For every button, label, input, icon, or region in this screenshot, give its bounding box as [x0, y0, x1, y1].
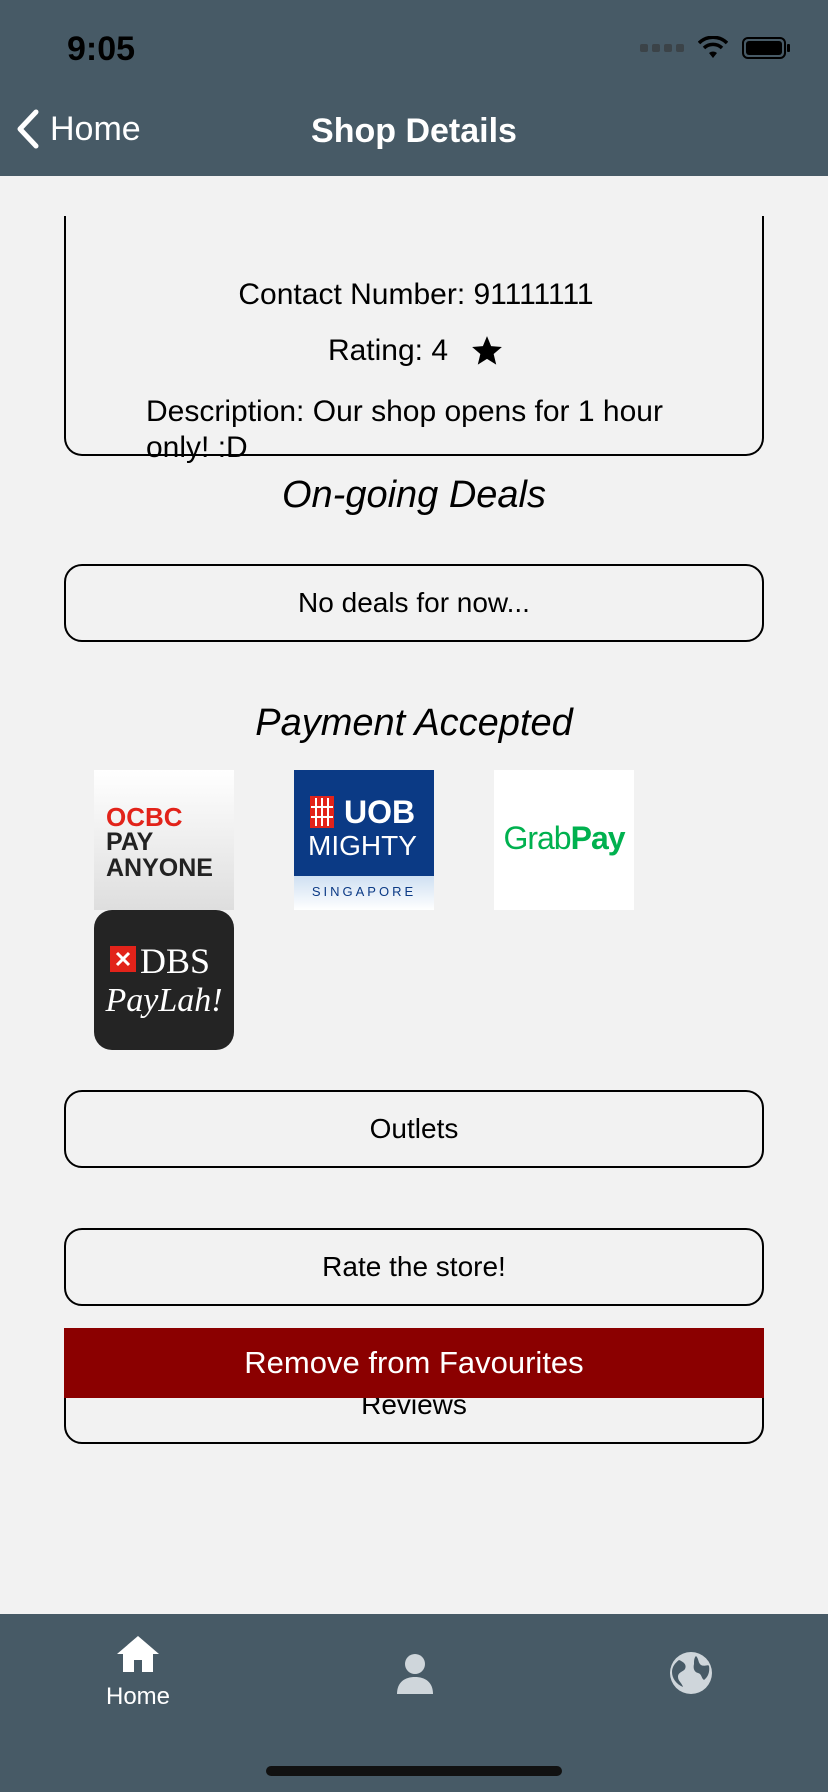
shop-description: Description: Our shop opens for 1 hour o… [146, 395, 663, 464]
shop-info-card: Contact Number: 91111111 Rating: 4 Descr… [64, 216, 766, 464]
home-icon [117, 1636, 159, 1672]
status-icons [640, 36, 792, 60]
status-time: 9:05 [67, 30, 136, 68]
tab-home-label: Home [105, 1683, 171, 1710]
paylah-logo-text: PayLah! [105, 982, 223, 1019]
dbs-mark-icon [110, 946, 136, 972]
uob-mark-icon [308, 796, 336, 828]
battery-icon [742, 37, 790, 59]
rating-row: Rating: 4 [66, 334, 766, 368]
rate-store-button[interactable]: Rate the store! [64, 1228, 764, 1306]
grabpay-logo-text: GrabPay [503, 820, 625, 856]
remove-from-favourites-button[interactable]: Remove from Favourites [64, 1328, 764, 1398]
ocbc-logo-text-3: ANYONE [106, 854, 213, 882]
deals-title: On-going Deals [281, 474, 547, 516]
ocbc-logo-text-2: PAY [106, 828, 154, 856]
page-title: Shop Details [311, 112, 517, 150]
contact-number: Contact Number: 91111111 [238, 278, 594, 311]
signal-icon [640, 44, 684, 52]
payment-title: Payment Accepted [255, 702, 573, 744]
wifi-icon [698, 36, 728, 58]
uob-logo-text: UOB [344, 794, 416, 830]
tab-profile[interactable] [345, 1634, 485, 1701]
uob-mighty-logo: UOB MIGHTY SINGAPORE [294, 770, 434, 910]
tab-home[interactable]: Home [68, 1634, 208, 1711]
uob-mighty-text: MIGHTY [308, 830, 417, 861]
ocbc-pay-anyone-logo: OCBC PAY ANYONE [94, 770, 234, 910]
outlets-button[interactable]: Outlets [64, 1090, 764, 1168]
no-deals-box: No deals for now... [64, 564, 764, 642]
tab-explore[interactable] [621, 1634, 761, 1701]
person-icon [397, 1654, 433, 1694]
star-icon [472, 336, 502, 365]
uob-singapore-text: SINGAPORE [311, 884, 417, 899]
rating-value: Rating: 4 [327, 334, 449, 367]
dbs-logo-text: DBS [140, 941, 211, 981]
globe-icon [670, 1652, 712, 1694]
home-indicator [266, 1766, 562, 1776]
shop-details-content[interactable]: Contact Number: 91111111 Rating: 4 Descr… [0, 176, 828, 1614]
grabpay-logo: GrabPay [494, 770, 634, 910]
navigation-header: 9:05 Home Shop Details [0, 0, 828, 176]
dbs-paylah-logo: DBS PayLah! [94, 910, 234, 1050]
